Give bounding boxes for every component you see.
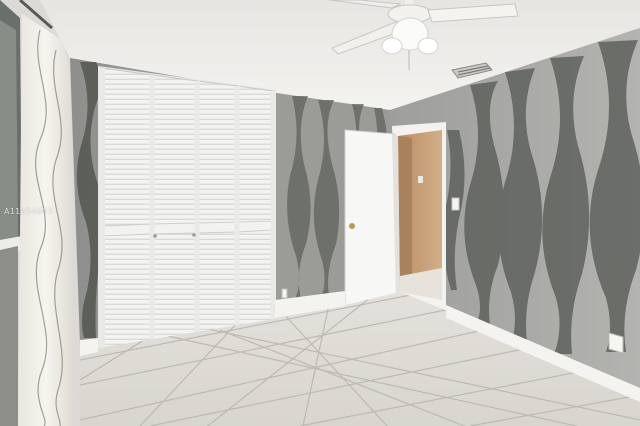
door-knob-icon	[349, 223, 355, 229]
room-photo: A11654803	[0, 0, 640, 426]
doorway	[392, 122, 446, 310]
wall-outlet-right	[608, 332, 624, 354]
left-wall-strip	[0, 246, 18, 426]
curtain	[18, 0, 74, 426]
closet-doors	[99, 67, 276, 349]
window	[0, 0, 22, 256]
wall-outlet	[281, 288, 288, 299]
interior-door	[344, 129, 400, 307]
light-switch	[451, 197, 460, 211]
